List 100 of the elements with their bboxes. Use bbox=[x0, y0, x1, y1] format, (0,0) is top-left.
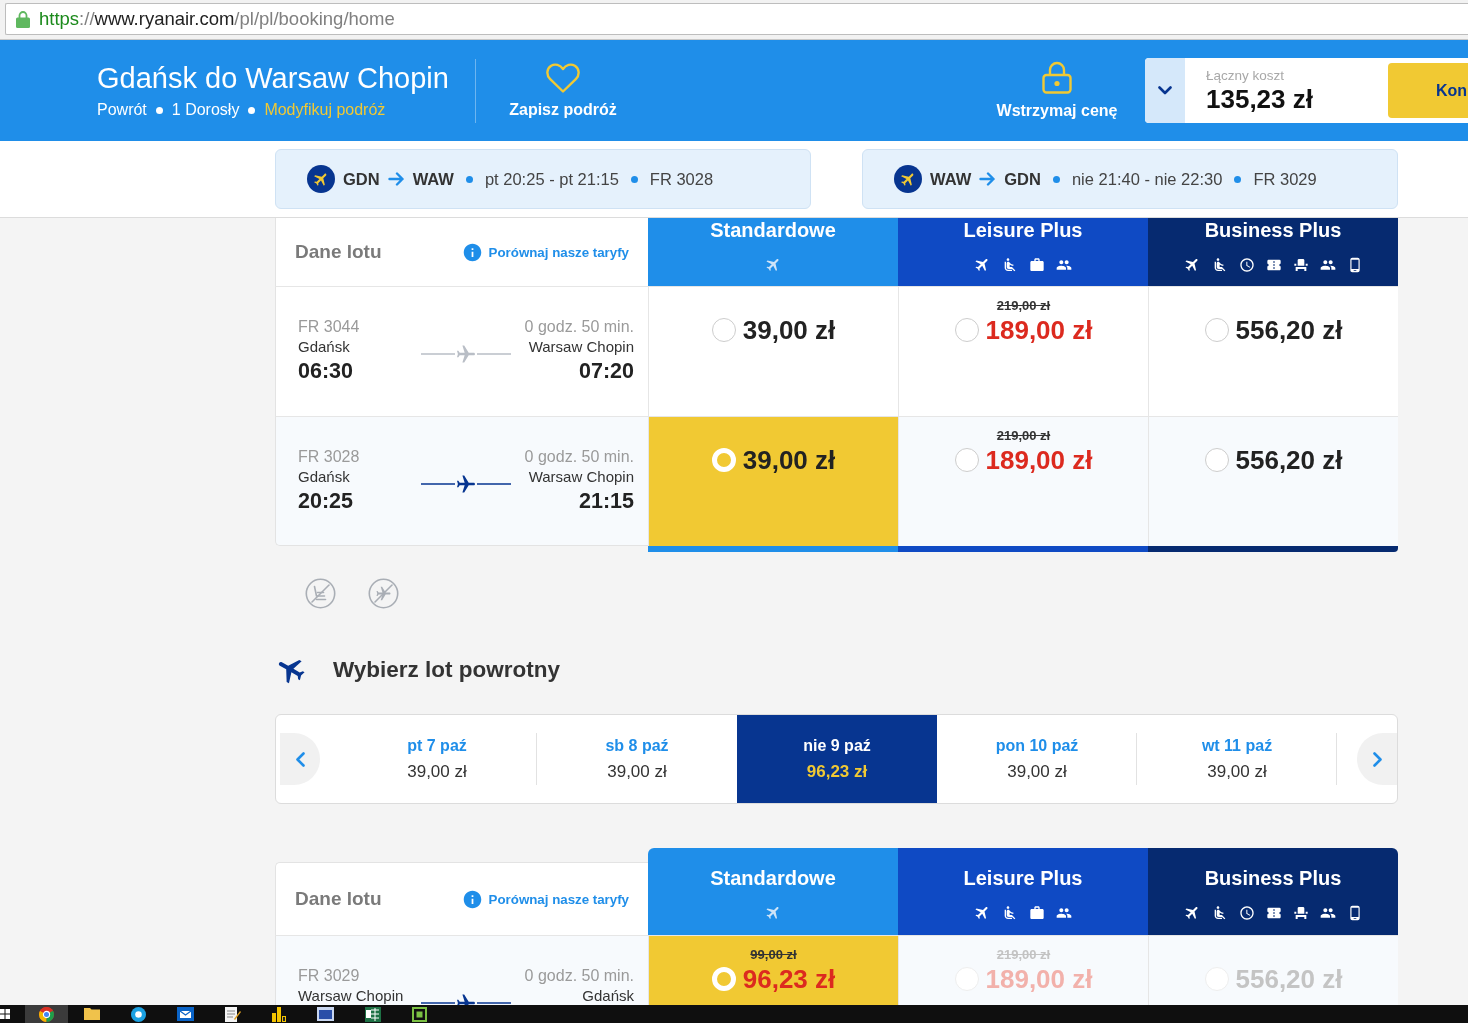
details-label: Dane lotu bbox=[295, 888, 382, 910]
arrival-city: Gdańsk bbox=[582, 986, 634, 1005]
origin-code: WAW bbox=[930, 169, 972, 189]
fare-price: 556,20 zł bbox=[1235, 964, 1343, 994]
bullet-icon bbox=[1052, 175, 1060, 183]
chair-icon bbox=[1292, 256, 1309, 273]
fare-price: 189,00 zł bbox=[985, 964, 1093, 994]
old-price: 219,00 zł bbox=[996, 946, 1051, 964]
section-heading: Wybierz lot powrotny bbox=[333, 655, 561, 684]
departure-time: 06:30 bbox=[298, 358, 353, 385]
bullet-icon bbox=[1234, 175, 1242, 183]
window-icon[interactable] bbox=[317, 1007, 334, 1021]
destination-code: WAW bbox=[412, 169, 454, 189]
active-taskbar-button[interactable] bbox=[25, 1005, 68, 1023]
arrow-right-icon bbox=[387, 172, 405, 186]
windows-logo-icon[interactable] bbox=[0, 1009, 10, 1019]
chevron-down-icon bbox=[1158, 86, 1172, 95]
passenger-count-text: 1 Dorosły bbox=[171, 100, 240, 120]
fare-title: Leisure Plus bbox=[963, 219, 1083, 241]
chair-icon bbox=[1292, 904, 1309, 921]
flight-duration: 0 godz. 50 min. bbox=[524, 317, 634, 337]
fare-title: Leisure Plus bbox=[963, 867, 1083, 889]
origin-code: GDN bbox=[343, 169, 380, 189]
fare-price: 189,00 zł bbox=[985, 445, 1093, 475]
route-plane-icon bbox=[421, 343, 511, 365]
seat-crossed-icon bbox=[305, 578, 336, 609]
flight-duration: 0 godz. 50 min. bbox=[524, 966, 634, 986]
square-icon[interactable] bbox=[412, 1006, 427, 1022]
folder-icon[interactable] bbox=[84, 1008, 100, 1020]
expand-button[interactable] bbox=[1145, 58, 1185, 123]
bullet-icon bbox=[465, 175, 473, 183]
flight-number: FR 3044 bbox=[298, 317, 360, 337]
route-plane-icon bbox=[421, 473, 511, 495]
briefcase-icon bbox=[1029, 904, 1045, 921]
departure-city: Warsaw Chopin bbox=[298, 986, 404, 1005]
padlock-icon bbox=[16, 10, 30, 28]
fare-title: Standardowe bbox=[710, 867, 836, 889]
fare-price: 189,00 zł bbox=[985, 315, 1093, 345]
fare-price: 39,00 zł bbox=[742, 315, 836, 345]
chevron-left-icon bbox=[295, 751, 305, 767]
departure-city: Gdańsk bbox=[298, 467, 350, 487]
plane-badge-icon bbox=[894, 165, 922, 193]
arrival-time: 07:20 bbox=[579, 358, 634, 385]
address-field[interactable]: https://www.ryanair.com/pl/pl/booking/home bbox=[5, 3, 1468, 35]
bullet-icon bbox=[155, 106, 163, 114]
fare-radio[interactable] bbox=[954, 448, 979, 472]
clock-icon bbox=[1238, 904, 1255, 921]
flight-number: FR 3029 bbox=[298, 966, 360, 986]
arrival-city: Warsaw Chopin bbox=[528, 467, 634, 487]
chat-icon[interactable] bbox=[131, 1006, 146, 1022]
previous-button[interactable] bbox=[280, 733, 320, 785]
fare-title: Standardowe bbox=[710, 219, 836, 241]
bar-chart-icon[interactable] bbox=[272, 1006, 286, 1022]
seated-person-icon bbox=[1002, 904, 1018, 921]
clock-icon bbox=[1238, 256, 1255, 273]
arrival-time: 21:15 bbox=[579, 488, 634, 515]
arrow-right-icon bbox=[979, 172, 997, 186]
flight-number: FR 3029 bbox=[1253, 169, 1317, 189]
flight-times: nie 21:40 - nie 22:30 bbox=[1071, 169, 1223, 189]
bullet-icon bbox=[630, 175, 638, 183]
old-price: 219,00 zł bbox=[996, 297, 1051, 315]
plane-crossed-icon bbox=[368, 578, 399, 609]
total-cost-value: 135,23 zł bbox=[1206, 83, 1314, 114]
old-price: 99,00 zł bbox=[750, 946, 797, 964]
bullet-icon bbox=[248, 106, 256, 114]
circle-logo-icon bbox=[39, 1006, 54, 1022]
info-icon bbox=[461, 888, 483, 910]
fare-title: Business Plus bbox=[1204, 219, 1342, 241]
details-label: Dane lotu bbox=[295, 241, 382, 263]
flight-number: FR 3028 bbox=[298, 447, 360, 467]
info-icon bbox=[461, 241, 483, 263]
fare-radio[interactable] bbox=[1204, 318, 1229, 342]
plane-badge-icon bbox=[307, 165, 335, 193]
mail-icon[interactable] bbox=[177, 1007, 194, 1021]
spreadsheet-icon[interactable] bbox=[365, 1006, 381, 1022]
arrival-city: Warsaw Chopin bbox=[528, 337, 634, 357]
url-text: https://www.ryanair.com/pl/pl/booking/home bbox=[39, 8, 395, 30]
briefcase-icon bbox=[1029, 256, 1045, 273]
fare-price: 96,23 zł bbox=[742, 964, 836, 994]
padlock-icon bbox=[1042, 61, 1072, 94]
flight-number: FR 3028 bbox=[649, 169, 714, 189]
fare-radio[interactable] bbox=[954, 318, 979, 342]
fare-radio[interactable] bbox=[1204, 448, 1229, 472]
flight-times: pt 20:25 - pt 21:15 bbox=[484, 169, 619, 189]
destination-code: GDN bbox=[1004, 169, 1041, 189]
next-button[interactable] bbox=[1357, 733, 1397, 785]
date-tab[interactable]: nie 9 paź 96,23 zł bbox=[737, 715, 937, 803]
fare-radio[interactable] bbox=[711, 318, 736, 342]
fare-title: Business Plus bbox=[1204, 867, 1342, 889]
departure-city: Gdańsk bbox=[298, 337, 350, 357]
departure-time: 20:25 bbox=[298, 488, 353, 515]
chevron-right-icon bbox=[1372, 751, 1382, 767]
notepad-icon[interactable] bbox=[225, 1006, 241, 1022]
flight-duration: 0 godz. 50 min. bbox=[524, 447, 634, 467]
heart-icon bbox=[546, 62, 580, 93]
old-price: 219,00 zł bbox=[996, 427, 1051, 445]
trip-type-text: Powrót bbox=[97, 100, 147, 120]
page-title: Gdańsk do Warsaw Chopin bbox=[97, 61, 450, 95]
primary-button[interactable]: Kon bbox=[1388, 63, 1468, 118]
fare-price: 39,00 zł bbox=[742, 445, 836, 475]
